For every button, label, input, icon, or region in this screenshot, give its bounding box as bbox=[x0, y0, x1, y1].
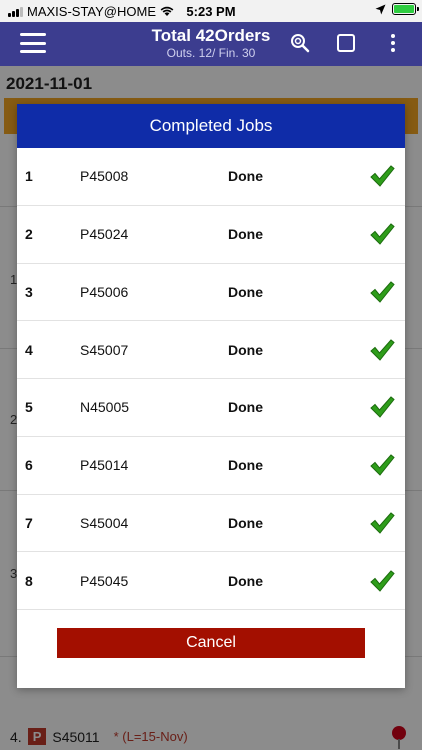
checkmark-icon bbox=[370, 396, 395, 419]
job-row[interactable]: 1 P45008 Done bbox=[17, 148, 405, 206]
job-number: 3 bbox=[25, 283, 33, 300]
job-code: P45008 bbox=[80, 168, 129, 185]
checkmark-icon bbox=[370, 454, 395, 476]
job-status: Done bbox=[228, 283, 263, 300]
job-status: Done bbox=[228, 226, 263, 243]
more-vertical-icon[interactable] bbox=[382, 32, 404, 54]
checkmark-icon bbox=[370, 569, 395, 592]
job-code: N45005 bbox=[80, 399, 130, 416]
checkmark-icon bbox=[370, 281, 395, 303]
job-status: Done bbox=[228, 341, 263, 358]
job-row[interactable]: 3 P45006 Done bbox=[17, 264, 405, 322]
job-code: P45024 bbox=[80, 226, 129, 243]
job-status: Done bbox=[228, 572, 263, 589]
job-number: 5 bbox=[25, 399, 33, 416]
job-code: P45006 bbox=[80, 283, 129, 300]
status-right bbox=[375, 3, 419, 15]
job-number: 7 bbox=[25, 514, 33, 531]
job-code: P45045 bbox=[80, 572, 129, 589]
job-status: Done bbox=[228, 168, 263, 185]
job-number: 2 bbox=[25, 226, 33, 243]
job-number: 8 bbox=[25, 572, 33, 589]
checkbox-icon[interactable] bbox=[335, 32, 357, 54]
job-row[interactable]: 6 P45014 Done bbox=[17, 437, 405, 495]
job-list: 1 P45008 Done 2 P45024 Done 3 P45006 Done 4 S45007… bbox=[17, 148, 405, 610]
app-header: Total 42Orders Outs. 12/ Fin. 30 bbox=[0, 22, 422, 66]
cancel-button[interactable]: Cancel bbox=[57, 628, 365, 658]
job-row[interactable]: 5 N45005 Done bbox=[17, 379, 405, 437]
checkmark-icon bbox=[370, 338, 395, 361]
job-number: 6 bbox=[25, 457, 33, 474]
status-bar: MAXIS-STAY@HOME 5:23 PM bbox=[0, 0, 422, 22]
job-status: Done bbox=[228, 457, 263, 474]
checkmark-icon bbox=[370, 223, 395, 245]
location-arrow-icon bbox=[375, 4, 386, 14]
job-status: Done bbox=[228, 399, 263, 416]
dialog-title: Completed Jobs bbox=[17, 104, 405, 148]
job-code: P45014 bbox=[80, 457, 129, 474]
checkmark-icon bbox=[370, 165, 395, 188]
battery-icon bbox=[392, 3, 419, 15]
job-number: 4 bbox=[25, 341, 33, 358]
search-icon[interactable] bbox=[289, 32, 311, 54]
job-row[interactable]: 2 P45024 Done bbox=[17, 206, 405, 264]
page-title: Total 42Orders bbox=[151, 26, 271, 45]
status-time: 5:23 PM bbox=[186, 4, 236, 19]
job-code: S45004 bbox=[80, 514, 129, 531]
job-row[interactable]: 4 S45007 Done bbox=[17, 321, 405, 379]
job-status: Done bbox=[228, 514, 263, 531]
page-subtitle: Outs. 12/ Fin. 30 bbox=[166, 46, 256, 60]
completed-jobs-dialog: Completed Jobs 1 P45008 Done 2 P45024 Done 3 P4… bbox=[17, 104, 405, 688]
job-code: S45007 bbox=[80, 341, 129, 358]
job-row[interactable]: 8 P45045 Done bbox=[17, 552, 405, 610]
checkmark-icon bbox=[370, 512, 395, 534]
job-row[interactable]: 7 S45004 Done bbox=[17, 495, 405, 553]
job-number: 1 bbox=[25, 168, 33, 185]
